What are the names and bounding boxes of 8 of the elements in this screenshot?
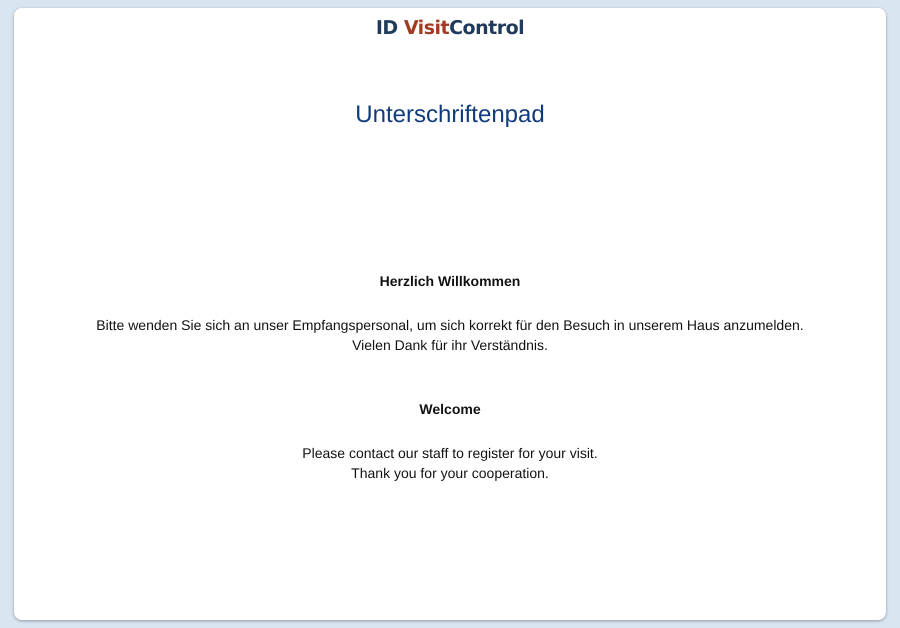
page-title: Unterschriftenpad: [355, 101, 545, 129]
message-text: Thank you for your cooperation.: [351, 464, 549, 483]
message-text: Bitte wenden Sie sich an unser Empfangspersonal, um sich korrekt für den Besuch in unserem Haus anzumelden.: [96, 316, 804, 335]
section-heading: Herzlich Willkommen: [380, 273, 520, 289]
section-heading: Welcome: [419, 401, 481, 417]
message-text: Please contact our staff to register for your visit.: [302, 444, 598, 463]
message-text: Vielen Dank für ihr Verständnis.: [352, 336, 548, 355]
logo: ID VisitControl: [376, 17, 524, 39]
